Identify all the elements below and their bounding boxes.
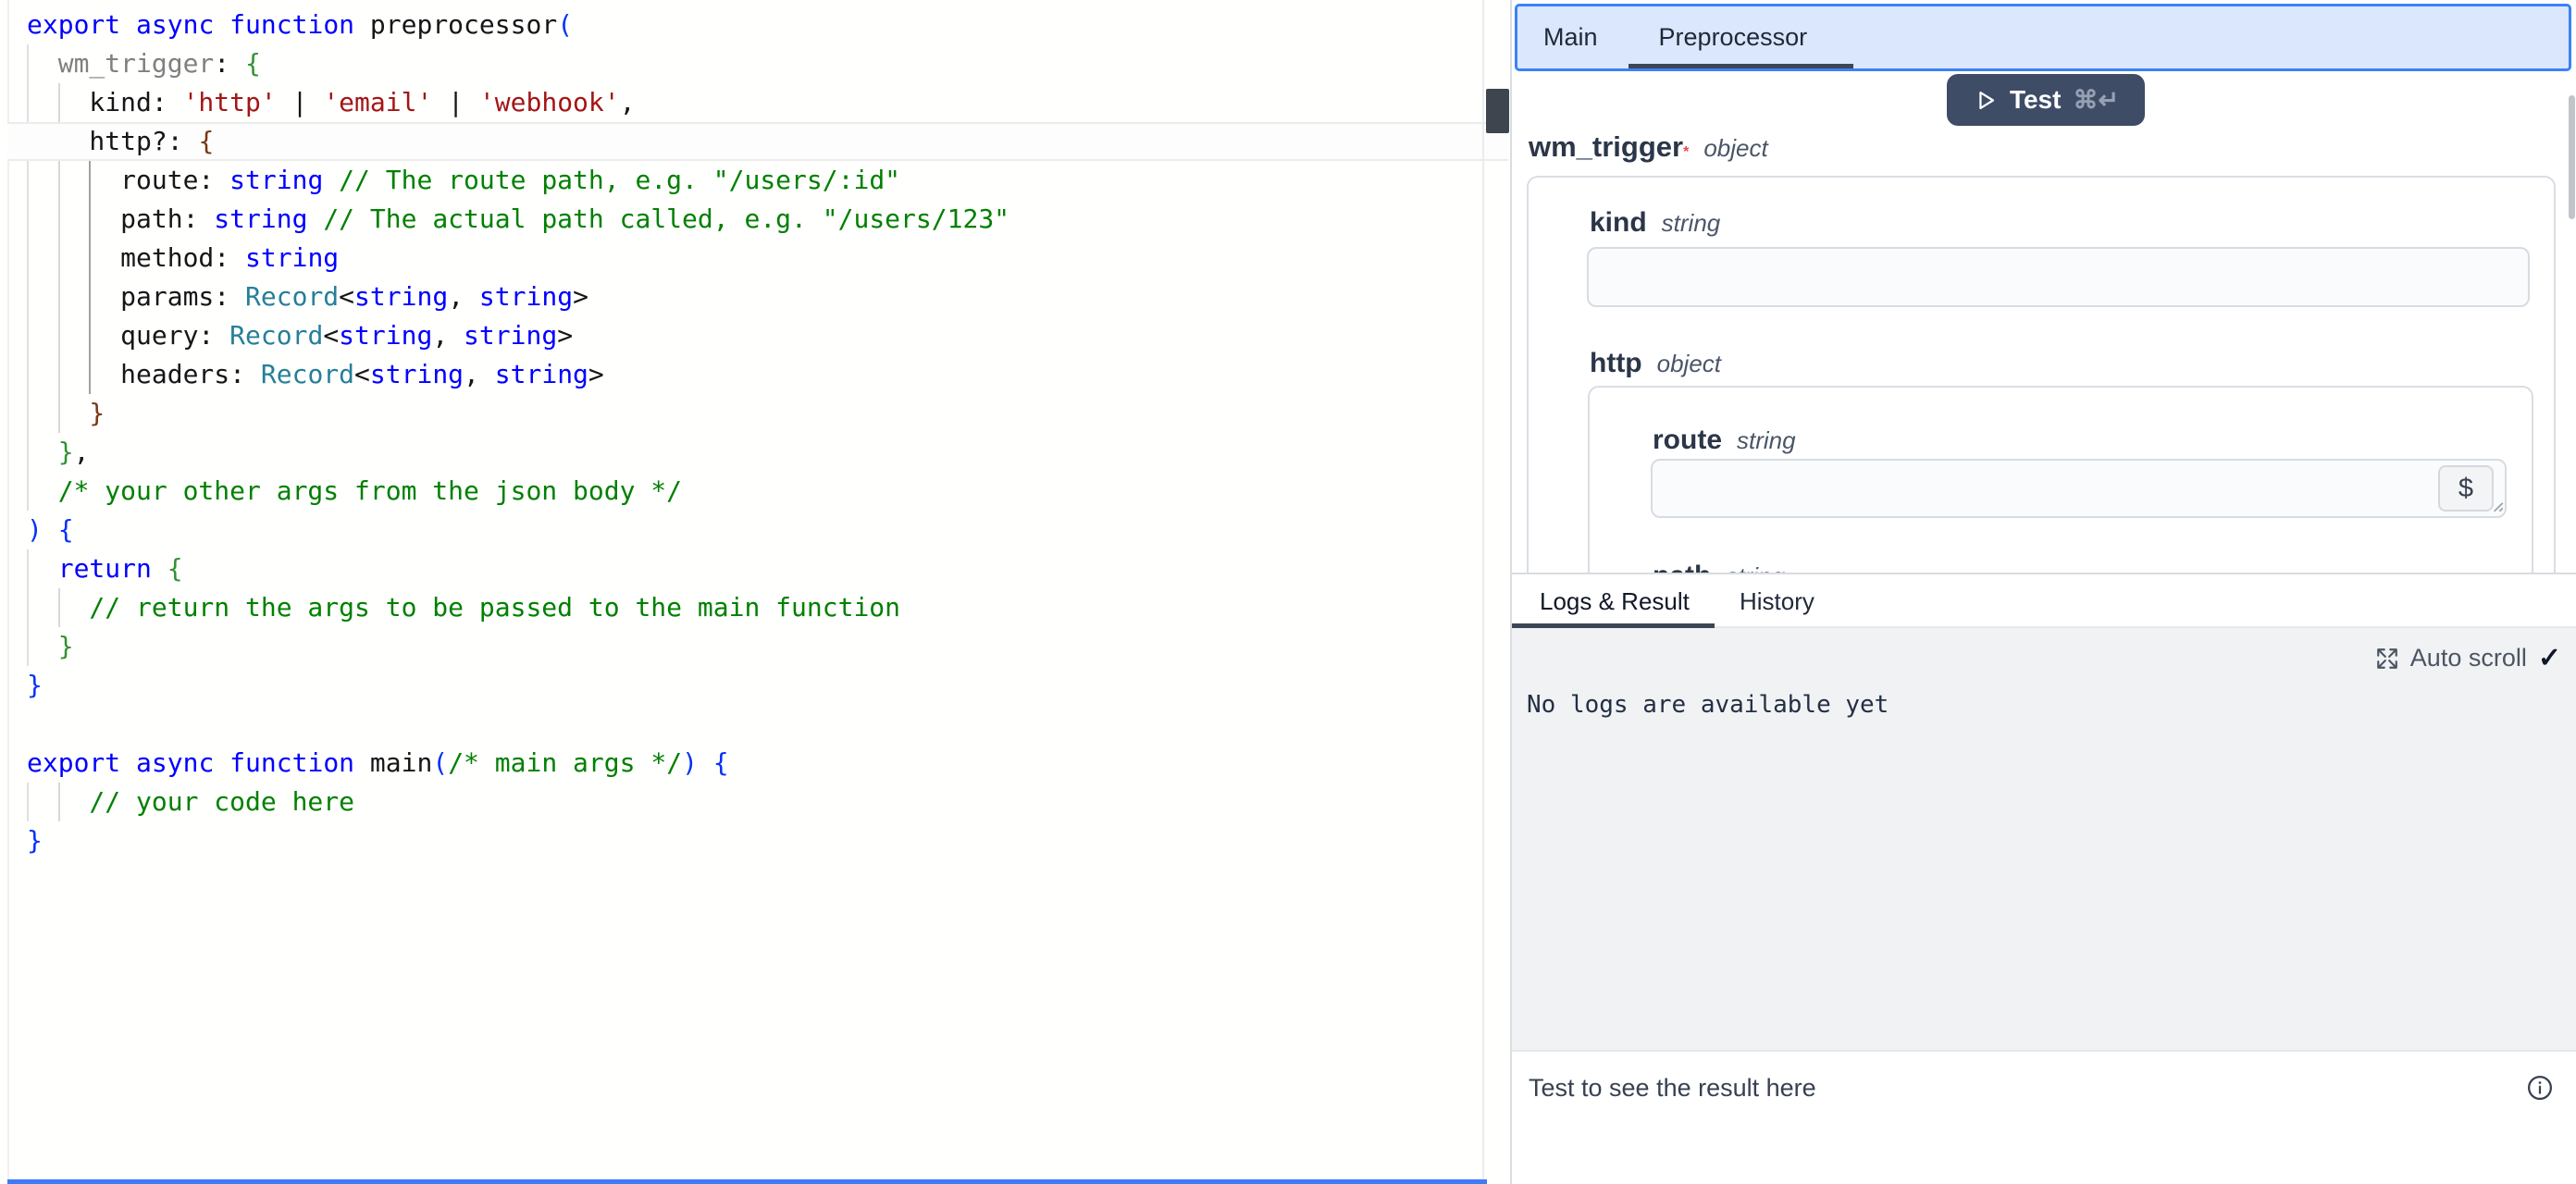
form-scrollbar-thumb[interactable] <box>2569 95 2575 219</box>
code-line[interactable]: // return the args to be passed to the m… <box>0 588 1480 627</box>
code-line[interactable]: method: string <box>0 239 1480 278</box>
field-type: string <box>1737 426 1796 455</box>
logs-output-area: Auto scroll ✓ No logs are available yet <box>1512 628 2576 1050</box>
code-line[interactable] <box>0 705 1480 744</box>
field-name: path <box>1653 561 1711 573</box>
code-line[interactable]: params: Record<string, string> <box>0 278 1480 316</box>
code-line[interactable]: export async function preprocessor( <box>0 6 1480 44</box>
code-line[interactable]: }, <box>0 433 1480 472</box>
editor-scrollbar-thumb[interactable] <box>1486 89 1509 133</box>
code-line[interactable]: return { <box>0 549 1480 588</box>
info-icon[interactable] <box>2526 1074 2554 1106</box>
result-placeholder: Test to see the result here <box>1529 1074 1816 1103</box>
check-icon: ✓ <box>2538 645 2561 672</box>
field-type: string <box>1662 209 1721 238</box>
kind-label: kind string <box>1590 207 1720 239</box>
auto-scroll-toggle[interactable]: Auto scroll ✓ <box>2375 644 2561 672</box>
code-line[interactable]: route: string // The route path, e.g. "/… <box>0 161 1480 200</box>
code-line[interactable]: headers: Record<string, string> <box>0 355 1480 394</box>
expression-toggle-button[interactable]: $ <box>2438 465 2494 512</box>
auto-scroll-label: Auto scroll <box>2410 644 2527 672</box>
code-line[interactable]: // your code here <box>0 783 1480 821</box>
field-name: kind <box>1590 207 1647 239</box>
expand-icon[interactable] <box>2375 647 2399 671</box>
code-line[interactable]: export async function main(/* main args … <box>0 744 1480 783</box>
tab-history[interactable]: History <box>1740 587 1814 616</box>
required-asterisk: * <box>1683 144 1689 161</box>
code-line[interactable]: } <box>0 627 1480 666</box>
code-editor[interactable]: export async function preprocessor( wm_t… <box>0 0 1510 1184</box>
logs-empty-message: No logs are available yet <box>1527 691 1889 719</box>
logs-tab-row: Logs & Result History <box>1512 574 2576 628</box>
field-name: route <box>1653 425 1722 456</box>
path-label-clipped: path string <box>1653 561 1785 573</box>
code-lines[interactable]: export async function preprocessor( wm_t… <box>0 6 1480 860</box>
http-label: http object <box>1590 348 1721 379</box>
code-line[interactable]: query: Record<string, string> <box>0 316 1480 355</box>
tab-logs-result[interactable]: Logs & Result <box>1540 587 1690 616</box>
resize-grip-icon[interactable] <box>2488 497 2505 518</box>
kind-input[interactable] <box>1587 247 2530 307</box>
field-name: wm_trigger <box>1529 130 1683 164</box>
result-area: Test to see the result here <box>1512 1050 2576 1184</box>
route-input[interactable] <box>1651 459 2507 518</box>
field-type: string <box>1726 562 1785 573</box>
field-type: object <box>1657 350 1721 378</box>
editor-right-border <box>1482 0 1484 1184</box>
field-type: object <box>1703 134 1767 163</box>
code-line[interactable]: path: string // The actual path called, … <box>0 200 1480 239</box>
code-line[interactable]: } <box>0 394 1480 433</box>
code-line[interactable]: wm_trigger: { <box>0 44 1480 83</box>
code-line[interactable]: } <box>0 666 1480 705</box>
code-line[interactable]: } <box>0 821 1480 860</box>
preprocessor-args-form: wm_trigger* object kind string http obje… <box>1512 0 2576 573</box>
wm-trigger-label: wm_trigger* object <box>1529 130 1768 164</box>
code-line[interactable]: /* your other args from the json body */ <box>0 472 1480 511</box>
code-line[interactable]: http?: { <box>0 122 1480 161</box>
route-input-wrap: $ <box>1651 459 2507 518</box>
route-label: route string <box>1653 425 1796 456</box>
editor-focus-bottom-bar <box>7 1179 1487 1184</box>
field-name: http <box>1590 348 1642 379</box>
code-line[interactable]: kind: 'http' | 'email' | 'webhook', <box>0 83 1480 122</box>
code-line[interactable]: ) { <box>0 511 1480 549</box>
